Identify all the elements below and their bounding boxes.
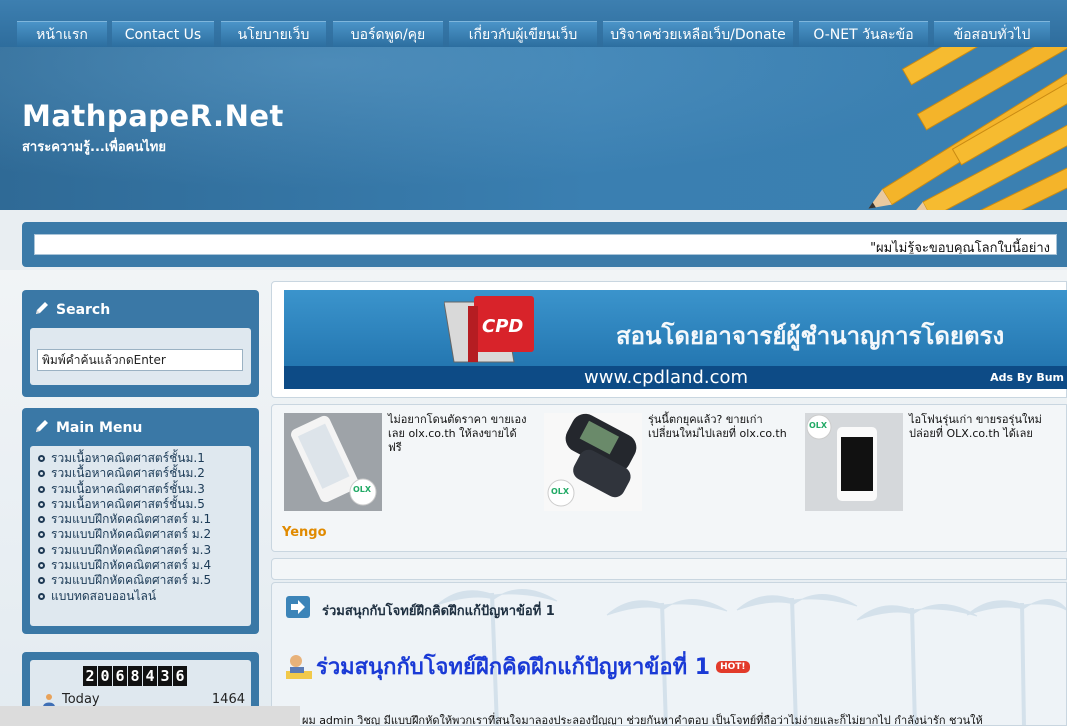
main-menu-module: Main Menu รวมเนื้อหาคณิตศาสตร์ชั้นม.1 รว… bbox=[22, 408, 259, 634]
counter-digit: 8 bbox=[128, 666, 142, 686]
olx-badge: OLX bbox=[353, 485, 372, 494]
circle-bullet-icon bbox=[38, 500, 45, 508]
menu-item-label: รวมเนื้อหาคณิตศาสตร์ชั้นม.5 bbox=[51, 496, 205, 511]
site-title[interactable]: MathpapeR.Net bbox=[22, 99, 284, 133]
menu-item-label: รวมแบบฝึกหัดคณิตศาสตร์ ม.2 bbox=[51, 527, 212, 542]
menu-item-label: แบบทดสอบออนไลน์ bbox=[51, 588, 157, 603]
main-menu-panel: รวมเนื้อหาคณิตศาสตร์ชั้นม.1 รวมเนื้อหาคณ… bbox=[30, 446, 251, 626]
sponsored-item-text: รุ่นนี้ตกยุคแล้ว? ขายเก่าเปลี่ยนใหม่ไปเล… bbox=[648, 413, 787, 440]
marquee-text: "ผมไม่รู้จะขอบคุณโลกใบนี้อย่าง bbox=[870, 241, 1050, 255]
article-section-title[interactable]: ร่วมสนุกกับโจทย์ฝึกคิดฝึกแก้ปัญหาข้อที่ … bbox=[322, 600, 555, 621]
ad-url[interactable]: www.cpdland.com bbox=[584, 366, 748, 389]
content-divider bbox=[271, 558, 1067, 580]
circle-bullet-icon bbox=[38, 546, 45, 554]
visitor-counter: 2 0 6 8 4 3 6 bbox=[83, 666, 187, 686]
ad-slogan: สอนโดยอาจารย์ผู้ชำนาญการโดยตรง bbox=[616, 322, 1005, 350]
main-menu-heading-label: Main Menu bbox=[56, 420, 143, 436]
search-heading-label: Search bbox=[56, 302, 111, 318]
status-bar bbox=[0, 706, 300, 726]
counter-digit: 3 bbox=[158, 666, 172, 686]
menu-item[interactable]: รวมแบบฝึกหัดคณิตศาสตร์ ม.4 bbox=[38, 558, 251, 573]
ad-banner[interactable]: CPD สอนโดยอาจารย์ผู้ชำนาญการโดยตรง www.c… bbox=[284, 290, 1067, 389]
pencil-icon bbox=[34, 300, 50, 320]
student-icon bbox=[286, 654, 312, 679]
menu-item[interactable]: รวมเนื้อหาคณิตศาสตร์ชั้นม.2 bbox=[38, 466, 251, 481]
circle-bullet-icon bbox=[38, 577, 45, 585]
nav-item-general-exams[interactable]: ข้อสอบทั่วไป bbox=[934, 21, 1050, 47]
today-value: 1464 bbox=[211, 692, 245, 707]
article-title-text: ร่วมสนุกกับโจทย์ฝึกคิดฝึกแก้ปัญหาข้อที่ … bbox=[316, 655, 711, 680]
ad-credit[interactable]: Ads By Bum bbox=[990, 366, 1064, 389]
circle-bullet-icon bbox=[38, 470, 45, 478]
article-section-header: ร่วมสนุกกับโจทย์ฝึกคิดฝึกแก้ปัญหาข้อที่ … bbox=[282, 593, 1066, 623]
arrow-right-icon bbox=[286, 596, 310, 618]
counter-digit: 6 bbox=[113, 666, 127, 686]
menu-item[interactable]: แบบทดสอบออนไลน์ bbox=[38, 589, 251, 604]
ad-module: CPD สอนโดยอาจารย์ผู้ชำนาญการโดยตรง www.c… bbox=[271, 281, 1067, 398]
user-icon bbox=[43, 694, 55, 707]
menu-item[interactable]: รวมแบบฝึกหัดคณิตศาสตร์ ม.5 bbox=[38, 573, 251, 588]
menu-item[interactable]: รวมแบบฝึกหัดคณิตศาสตร์ ม.1 bbox=[38, 512, 251, 527]
search-input[interactable] bbox=[37, 349, 243, 371]
menu-item[interactable]: รวมเนื้อหาคณิตศาสตร์ชั้นม.5 bbox=[38, 497, 251, 512]
search-panel bbox=[30, 328, 251, 385]
menu-item-label: รวมเนื้อหาคณิตศาสตร์ชั้นม.2 bbox=[51, 466, 205, 481]
iphone-white-thumbnail: OLX bbox=[805, 413, 903, 511]
pencil-icon bbox=[34, 418, 50, 438]
nav-item-onet[interactable]: O-NET วันละข้อ bbox=[799, 21, 928, 47]
counter-digit: 0 bbox=[98, 666, 112, 686]
circle-bullet-icon bbox=[38, 485, 45, 493]
search-module: Search bbox=[22, 290, 259, 397]
site-header: MathpapeR.Net สาระความรู้...เพื่อคนไทย bbox=[0, 47, 1067, 210]
circle-bullet-icon bbox=[38, 592, 45, 600]
menu-item[interactable]: รวมแบบฝึกหัดคณิตศาสตร์ ม.3 bbox=[38, 543, 251, 558]
circle-bullet-icon bbox=[38, 455, 45, 462]
article-title[interactable]: ร่วมสนุกกับโจทย์ฝึกคิดฝึกแก้ปัญหาข้อที่ … bbox=[286, 649, 750, 685]
ad-bar: www.cpdland.com Ads By Bum bbox=[284, 366, 1067, 389]
article-intro-text: ผม admin วิชญ มีแบบฝึกหัดให้พวกเราที่สนใ… bbox=[302, 714, 983, 726]
nokia-phone-thumbnail: OLX bbox=[544, 413, 642, 511]
main-menu-list: รวมเนื้อหาคณิตศาสตร์ชั้นม.1 รวมเนื้อหาคณ… bbox=[38, 451, 251, 604]
marquee-container: "ผมไม่รู้จะขอบคุณโลกใบนี้อย่าง bbox=[22, 222, 1067, 267]
today-label: Today bbox=[62, 692, 100, 707]
nav-item-policy[interactable]: นโยบายเว็บ bbox=[221, 21, 326, 47]
menu-item-label: รวมแบบฝึกหัดคณิตศาสตร์ ม.4 bbox=[51, 558, 212, 573]
main-menu-heading: Main Menu bbox=[34, 418, 142, 438]
nav-item-about-author[interactable]: เกี่ยวกับผู้เขียนเว็บ bbox=[449, 21, 597, 47]
menu-item[interactable]: รวมเนื้อหาคณิตศาสตร์ชั้นม.3 bbox=[38, 482, 251, 497]
hot-badge: HOT! bbox=[716, 660, 750, 673]
menu-item-label: รวมแบบฝึกหัดคณิตศาสตร์ ม.3 bbox=[51, 542, 212, 557]
iphone-thumbnail: OLX bbox=[284, 413, 382, 511]
circle-bullet-icon bbox=[38, 531, 45, 539]
counter-digit: 6 bbox=[173, 666, 187, 686]
nav-item-contact[interactable]: Contact Us bbox=[112, 21, 214, 47]
menu-item[interactable]: รวมเนื้อหาคณิตศาสตร์ชั้นม.1 bbox=[38, 451, 251, 466]
search-heading: Search bbox=[34, 300, 110, 320]
circle-bullet-icon bbox=[38, 516, 45, 524]
menu-item[interactable]: รวมแบบฝึกหัดคณิตศาสตร์ ม.2 bbox=[38, 527, 251, 542]
nav-item-donate[interactable]: บริจาคช่วยเหลือเว็บ/Donate bbox=[603, 21, 793, 47]
circle-bullet-icon bbox=[38, 562, 45, 570]
site-tagline: สาระความรู้...เพื่อคนไทย bbox=[22, 140, 166, 155]
nav-item-board[interactable]: บอร์ดพูด/คุย bbox=[333, 21, 443, 47]
yengo-label[interactable]: Yengo bbox=[282, 525, 327, 540]
top-navigation: หน้าแรก Contact Us นโยบายเว็บ บอร์ดพูด/ค… bbox=[0, 0, 1067, 47]
menu-item-label: รวมแบบฝึกหัดคณิตศาสตร์ ม.1 bbox=[51, 512, 212, 527]
sponsored-item-text: ไอโฟนรุ่นเก่า ขายรอรุ่นใหม่ ปล่อยที่ OLX… bbox=[909, 413, 1042, 440]
sponsored-item-text: ไม่อยากโดนตัดราคา ขายเองเลย olx.co.th ให… bbox=[388, 413, 527, 454]
marquee-field: "ผมไม่รู้จะขอบคุณโลกใบนี้อย่าง bbox=[34, 234, 1057, 255]
sponsored-links-module: OLX ไม่อยากโดนตัดราคา ขายเองเลย olx.co.t… bbox=[271, 404, 1067, 552]
nav-item-home[interactable]: หน้าแรก bbox=[17, 21, 107, 47]
pencils-image bbox=[868, 47, 1067, 210]
counter-digit: 2 bbox=[83, 666, 97, 686]
nav-list: หน้าแรก Contact Us นโยบายเว็บ บอร์ดพูด/ค… bbox=[0, 0, 1067, 47]
menu-item-label: รวมแบบฝึกหัดคณิตศาสตร์ ม.5 bbox=[51, 573, 212, 588]
menu-item-label: รวมเนื้อหาคณิตศาสตร์ชั้นม.1 bbox=[51, 451, 205, 465]
olx-badge: OLX bbox=[809, 421, 828, 430]
article-module: ร่วมสนุกกับโจทย์ฝึกคิดฝึกแก้ปัญหาข้อที่ … bbox=[271, 582, 1067, 726]
ad-logo-text: CPD bbox=[482, 316, 524, 337]
menu-item-label: รวมเนื้อหาคณิตศาสตร์ชั้นม.3 bbox=[51, 481, 205, 496]
counter-digit: 4 bbox=[143, 666, 157, 686]
olx-badge: OLX bbox=[551, 487, 570, 496]
